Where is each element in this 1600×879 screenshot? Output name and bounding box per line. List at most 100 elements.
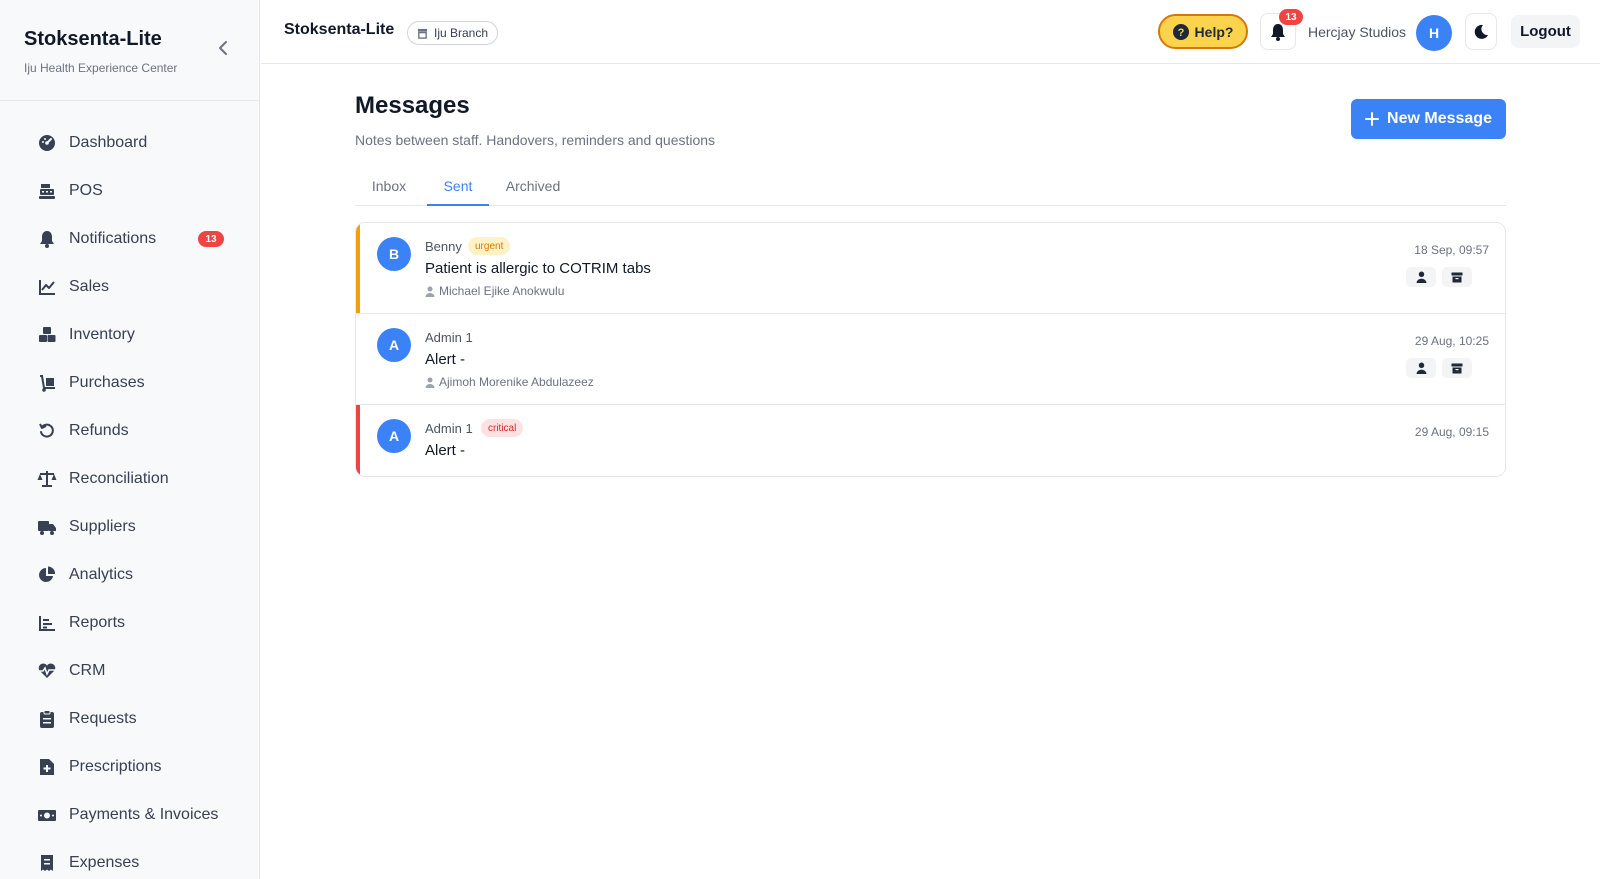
sidebar-item-label: Refunds [69, 422, 129, 439]
sidebar-item-label: Suppliers [69, 518, 136, 535]
tab-inbox[interactable]: Inbox [355, 170, 423, 206]
chevron-left-icon [219, 41, 227, 55]
sender-avatar: B [377, 237, 411, 271]
message-sender: Benny [425, 239, 462, 254]
priority-tag: urgent [468, 237, 511, 255]
svg-text:?: ? [1177, 27, 1184, 39]
sidebar-item-label: Dashboard [69, 134, 148, 151]
recipient-name: Michael Ejike Anokwulu [439, 284, 565, 298]
new-message-button[interactable]: New Message [1351, 99, 1506, 139]
sidebar-item-expenses[interactable]: Expenses [0, 839, 259, 879]
user-name: Hercjay Studios [1308, 24, 1407, 40]
page-title: Messages [355, 92, 470, 119]
sidebar-item-analytics[interactable]: Analytics [0, 551, 259, 599]
sender-avatar: A [377, 328, 411, 362]
new-message-label: New Message [1387, 110, 1492, 127]
bell-icon [37, 229, 57, 249]
sidebar-item-label: Analytics [69, 566, 134, 583]
clipboard-icon [37, 709, 57, 729]
store-icon [417, 28, 428, 39]
bar-chart-icon [37, 613, 57, 633]
receipt-icon [37, 853, 57, 873]
sidebar-item-label: Inventory [69, 326, 135, 343]
branch-name: Iju Branch [434, 26, 489, 40]
message-recipient: Ajimoh Morenike Abdulazeez [425, 375, 594, 389]
boxes-icon [37, 325, 57, 345]
assign-user-button[interactable] [1406, 358, 1436, 378]
sidebar-item-requests[interactable]: Requests [0, 695, 259, 743]
sidebar-item-refunds[interactable]: Refunds [0, 407, 259, 455]
sender-avatar: A [377, 419, 411, 453]
sidebar-item-crm[interactable]: CRM [0, 647, 259, 695]
user-icon [425, 377, 435, 388]
message-sender: Admin 1 [425, 421, 473, 436]
message-item[interactable]: A Admin 1 critical Alert - 29 Aug, 09:15 [356, 405, 1505, 476]
sidebar-item-reconciliation[interactable]: Reconciliation [0, 455, 259, 503]
theme-toggle-button[interactable] [1465, 13, 1497, 50]
medical-file-icon [37, 757, 57, 777]
priority-tag: critical [481, 419, 524, 437]
top-header: Stoksenta-Lite Iju Branch ? Help? 13 Her… [261, 0, 1600, 64]
archive-icon [1451, 272, 1463, 282]
sidebar: Stoksenta-Lite Iju Health Experience Cen… [0, 0, 260, 879]
assign-user-button[interactable] [1406, 267, 1436, 287]
sidebar-item-label: Requests [69, 710, 137, 727]
sidebar-item-payments-invoices[interactable]: Payments & Invoices [0, 791, 259, 839]
brand-title: Stoksenta-Lite [24, 28, 162, 50]
sidebar-item-label: Notifications [69, 230, 157, 247]
cash-register-icon [37, 181, 57, 201]
help-button[interactable]: ? Help? [1158, 14, 1248, 49]
priority-bar [356, 405, 360, 476]
question-circle-icon: ? [1172, 23, 1189, 40]
recipient-name: Ajimoh Morenike Abdulazeez [439, 375, 594, 389]
message-subject: Alert - [425, 351, 466, 368]
sidebar-item-sales[interactable]: Sales [0, 263, 259, 311]
collapse-sidebar-button[interactable] [213, 38, 233, 58]
user-avatar[interactable]: H [1416, 15, 1452, 51]
sidebar-item-inventory[interactable]: Inventory [0, 311, 259, 359]
sidebar-item-label: Sales [69, 278, 110, 295]
sidebar-item-dashboard[interactable]: Dashboard [0, 119, 259, 167]
sidebar-nav: Dashboard POS Notifications 13 Sales Inv… [0, 101, 259, 879]
header-title: Stoksenta-Lite [284, 21, 395, 38]
sidebar-item-notifications[interactable]: Notifications 13 [0, 215, 259, 263]
dolly-icon [37, 373, 57, 393]
user-icon [1416, 271, 1426, 283]
sidebar-item-reports[interactable]: Reports [0, 599, 259, 647]
moon-icon [1474, 24, 1488, 39]
branch-badge[interactable]: Iju Branch [407, 21, 499, 45]
message-time: 18 Sep, 09:57 [1414, 243, 1489, 257]
undo-icon [37, 421, 57, 441]
bell-icon [1271, 23, 1285, 41]
notifications-button[interactable]: 13 [1260, 9, 1303, 50]
sidebar-item-label: CRM [69, 662, 106, 679]
message-sender: Admin 1 [425, 330, 473, 345]
sidebar-item-pos[interactable]: POS [0, 167, 259, 215]
plus-icon [1365, 112, 1380, 126]
sidebar-item-label: Purchases [69, 374, 145, 391]
dashboard-icon [37, 133, 57, 153]
sidebar-item-label: Reconciliation [69, 470, 169, 487]
user-icon [425, 286, 435, 297]
message-subject: Alert - [425, 442, 466, 459]
tab-archived[interactable]: Archived [495, 170, 571, 206]
user-icon [1416, 362, 1426, 374]
sidebar-item-suppliers[interactable]: Suppliers [0, 503, 259, 551]
sidebar-item-label: Prescriptions [69, 758, 162, 775]
sidebar-item-purchases[interactable]: Purchases [0, 359, 259, 407]
archive-button[interactable] [1442, 267, 1472, 287]
message-item[interactable]: B Benny urgent Patient is allergic to CO… [356, 223, 1505, 314]
message-list: B Benny urgent Patient is allergic to CO… [355, 222, 1506, 477]
brand-subtitle: Iju Health Experience Center [24, 61, 178, 75]
help-label: Help? [1194, 23, 1234, 40]
archive-icon [1451, 363, 1463, 373]
line-chart-icon [37, 277, 57, 297]
heartbeat-icon [37, 661, 57, 681]
message-subject: Patient is allergic to COTRIM tabs [425, 260, 651, 277]
tab-sent[interactable]: Sent [427, 170, 489, 206]
sidebar-item-prescriptions[interactable]: Prescriptions [0, 743, 259, 791]
archive-button[interactable] [1442, 358, 1472, 378]
logout-button[interactable]: Logout [1511, 15, 1580, 48]
message-item[interactable]: A Admin 1 Alert - Ajimoh Morenike Abdula… [356, 314, 1505, 405]
notification-count-badge: 13 [1279, 9, 1303, 25]
